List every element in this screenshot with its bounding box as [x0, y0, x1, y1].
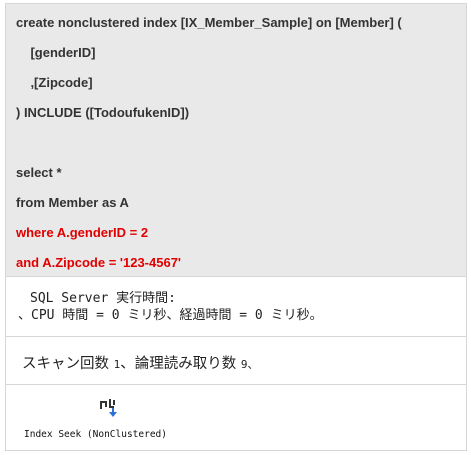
- code-line-genderid: [genderID]: [16, 45, 96, 60]
- execution-time-detail: 、CPU 時間 = 0 ミリ秒、経過時間 = 0 ミリ秒。: [18, 308, 323, 323]
- logical-reads-label: 、論理読み取り数: [120, 356, 241, 372]
- index-seek-icon[interactable]: [98, 397, 120, 419]
- logical-reads-suffix: 、: [247, 358, 259, 371]
- io-statistics-text: スキャン回数 1、論理読み取り数 9、: [22, 352, 258, 373]
- io-statistics-message: スキャン回数 1、論理読み取り数 9、: [6, 337, 466, 385]
- code-line-select: select *: [16, 165, 62, 180]
- code-line-and: and A.Zipcode = '123-4567': [16, 255, 182, 270]
- code-line-from: from Member as A: [16, 195, 129, 210]
- scan-count-label: スキャン回数: [22, 356, 114, 372]
- code-line-zipcode: ,[Zipcode]: [16, 75, 93, 90]
- index-seek-label: Index Seek (NonClustered): [24, 429, 167, 440]
- execution-time-header: SQL Server 実行時間:: [30, 291, 176, 306]
- result-panel: create nonclustered index [IX_Member_Sam…: [5, 3, 467, 451]
- sql-code-block: create nonclustered index [IX_Member_Sam…: [6, 4, 466, 277]
- execution-plan: Index Seek (NonClustered): [6, 385, 466, 450]
- execution-time-message: SQL Server 実行時間: 、CPU 時間 = 0 ミリ秒、経過時間 = …: [6, 277, 466, 337]
- code-line-where: where A.genderID = 2: [16, 225, 149, 240]
- code-line-include: ) INCLUDE ([TodoufukenID]): [16, 105, 190, 120]
- code-line-create-index: create nonclustered index [IX_Member_Sam…: [16, 15, 402, 30]
